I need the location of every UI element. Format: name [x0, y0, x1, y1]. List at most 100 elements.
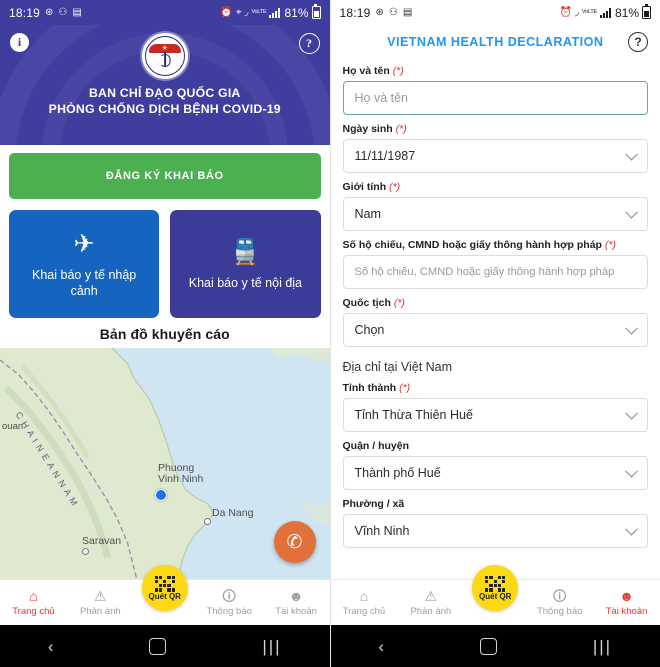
nav-item-thong-bao[interactable]: 🛈 Thông báo [196, 588, 263, 617]
field-label: Phường / xã [343, 498, 649, 510]
domestic-health-declaration-tile[interactable]: 🚆 Khai báo y tế nội địa [170, 210, 321, 318]
full-name-input[interactable]: Họ và tên [342, 81, 648, 115]
alarm-icon: ⏰ [220, 6, 233, 18]
warning-icon: ⚠ [424, 587, 438, 604]
field-phuong-xa: Phường / xã Vĩnh Ninh [342, 498, 649, 548]
declaration-tiles: ✈ Khai báo y tế nhập cảnh 🚆 Khai báo y t… [9, 210, 321, 318]
field-label-text: Giới tính [342, 181, 387, 193]
gallery-icon: ▤ [402, 6, 413, 18]
field-gioi-tinh: Giới tính (*) Nam [342, 181, 648, 231]
address-section-title: Địa chỉ tại Việt Nam [342, 360, 453, 374]
scan-qr-fab[interactable]: Quét QR [141, 565, 188, 611]
alarm-badge-icon: ⊛ [375, 6, 384, 18]
select-value: Nam [354, 207, 381, 221]
chevron-down-icon [625, 406, 638, 420]
airplane-icon: ✈ [73, 229, 95, 258]
battery-percent: 81% [284, 5, 309, 20]
nav-label: Phản ánh [410, 605, 452, 617]
home-icon: ⌂ [359, 587, 369, 604]
status-bar-right-group: ⏰ ◞ VoLTE 81% [560, 4, 651, 20]
call-hotline-fab[interactable]: ✆ [273, 521, 316, 563]
nav-label: Thông báo [206, 605, 252, 617]
header-title-line1: BAN CHỈ ĐẠO QUỐC GIA [88, 86, 241, 100]
current-location-marker [155, 489, 167, 501]
gallery-icon: ▤ [72, 6, 82, 18]
nav-item-phan-anh[interactable]: ⚠ Phản ánh [67, 588, 134, 617]
phone-icon: ✆ [286, 531, 303, 553]
status-bar-right: 18:19 ⊛ ⚇ ▤ ⏰ ◞ VoLTE 81% [330, 0, 660, 25]
android-nav-left: ‹ ||| [0, 625, 330, 667]
chevron-down-icon [625, 321, 638, 335]
select-value: 11/11/1987 [354, 149, 416, 163]
emblem-inner: ★ [144, 36, 185, 76]
domestic-tile-label: Khai báo y tế nội địa [188, 275, 303, 290]
passport-id-input[interactable]: Số hộ chiếu, CMND hoặc giấy thông hành h… [342, 255, 648, 289]
nav-label: Tài khoản [605, 605, 648, 617]
gender-select[interactable]: Nam [342, 197, 648, 231]
nav-label: Tài khoản [275, 605, 317, 617]
field-label-text: Quốc tịch [342, 297, 391, 309]
field-label: Quốc tịch (*) [343, 297, 649, 309]
contacts-icon: ⚇ [58, 6, 68, 18]
chevron-down-icon [625, 464, 638, 478]
android-back-button[interactable]: ‹ [48, 638, 54, 655]
nav-label: Phản ánh [79, 605, 121, 617]
province-select[interactable]: Tỉnh Thừa Thiên Huế [342, 398, 648, 432]
chevron-down-icon [625, 522, 638, 536]
page-title: VIETNAM HEALTH DECLARATION [387, 34, 604, 49]
battery-icon [642, 4, 651, 19]
required-marker: (*) [393, 297, 405, 309]
android-nav-right: ‹ ||| [330, 625, 660, 667]
entry-health-declaration-tile[interactable]: ✈ Khai báo y tế nhập cảnh [9, 210, 160, 318]
chevron-down-icon [625, 205, 638, 219]
nav-label: Thông báo [536, 605, 583, 617]
android-recents-button[interactable]: ||| [262, 638, 281, 655]
select-value: Thành phố Huế [354, 466, 441, 480]
left-phone-screen: 18:19 ⊛ ⚇ ▤ ⏰ ⌖ ◞ VoLTE 81% i ? ★ BAN CH… [0, 0, 331, 667]
city-dot [204, 518, 211, 525]
field-quoc-tich: Quốc tịch (*) Chọn [342, 297, 649, 347]
ministry-of-health-emblem-icon: ★ [141, 33, 188, 79]
birthdate-select[interactable]: 11/11/1987 [342, 139, 648, 173]
ward-select[interactable]: Vĩnh Ninh [342, 514, 648, 548]
status-time: 18:19 [9, 5, 41, 20]
nationality-select[interactable]: Chọn [342, 313, 648, 347]
nav-item-trang-chu[interactable]: ⌂ Trang chủ [331, 587, 398, 617]
volte-icon: VoLTE [251, 9, 267, 15]
city-dot [82, 548, 89, 555]
map-label: Da Nang [212, 507, 254, 519]
field-label: Quận / huyện [343, 440, 649, 452]
qr-label: Quét QR [148, 591, 181, 601]
scan-qr-fab[interactable]: Quét QR [472, 565, 519, 611]
train-icon: 🚆 [229, 237, 261, 266]
account-icon: ☻ [288, 587, 304, 604]
nav-item-tai-khoan[interactable]: ☻ Tài khoản [593, 588, 660, 617]
nav-item-phan-anh[interactable]: ⚠ Phản ánh [397, 587, 464, 617]
nav-item-trang-chu[interactable]: ⌂ Trang chủ [0, 588, 67, 617]
field-ngay-sinh: Ngày sinh (*) 11/11/1987 [342, 123, 648, 173]
map-label: Vinh Ninh [158, 473, 204, 485]
nav-item-tai-khoan[interactable]: ☻ Tài khoản [263, 587, 330, 617]
help-icon[interactable]: ? [298, 33, 320, 54]
declaration-form[interactable]: Họ và tên (*) Họ và tên Ngày sinh (*) 11… [330, 58, 660, 580]
android-home-button[interactable] [479, 637, 497, 655]
nav-label: Trang chủ [342, 605, 386, 617]
field-label-text: Ngày sinh [342, 123, 393, 135]
qr-code-icon [485, 575, 506, 592]
required-marker: (*) [604, 239, 616, 251]
android-back-button[interactable]: ‹ [378, 638, 384, 655]
recommendation-map[interactable]: C H A I N E A N N A M ouan Phuong Vinh N… [0, 348, 330, 583]
select-value: Tỉnh Thừa Thiên Huế [354, 408, 473, 422]
nav-item-thong-bao[interactable]: 🛈 Thông báo [526, 587, 593, 617]
info-icon[interactable]: i [10, 33, 29, 52]
header-title: BAN CHỈ ĐẠO QUỐC GIA PHÒNG CHỐNG DỊCH BỆ… [49, 86, 281, 117]
help-icon[interactable]: ? [628, 31, 648, 52]
map-label: Saravan [82, 535, 122, 547]
register-declaration-button[interactable]: ĐĂNG KÝ KHAI BÁO [9, 153, 321, 199]
android-home-button[interactable] [149, 637, 167, 655]
android-recents-button[interactable]: ||| [593, 638, 612, 655]
info-icon: 🛈 [552, 587, 567, 604]
district-select[interactable]: Thành phố Huế [342, 456, 648, 490]
field-so-ho-chieu: Số hộ chiếu, CMND hoặc giấy thông hành h… [342, 239, 648, 289]
header-title-line2: PHÒNG CHỐNG DỊCH BỆNH COVID-19 [48, 101, 281, 116]
